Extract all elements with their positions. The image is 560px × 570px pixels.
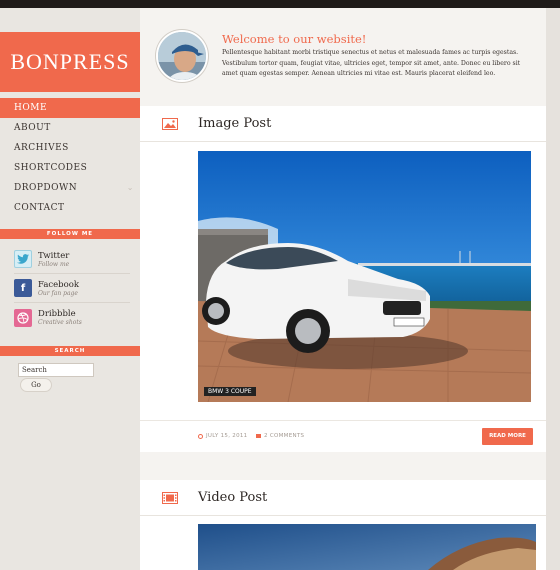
search-input[interactable]: Search [18, 363, 94, 377]
image-caption: BMW 3 COUPE [204, 387, 256, 396]
twitter-icon [14, 250, 32, 268]
nav-item-home[interactable]: HOME [0, 98, 140, 118]
site-logo[interactable]: BONPRESS [0, 32, 140, 92]
post-meta: JULY 15, 2011 2 COMMENTS READ MORE [140, 420, 546, 452]
social-item-dribbble[interactable]: Dribbble Creative shots [14, 303, 130, 332]
social-name: Twitter [38, 250, 70, 261]
social-sub: Follow me [38, 260, 70, 268]
image-icon [162, 118, 178, 130]
social-sub: Our fan page [38, 289, 78, 297]
post-comments-text: 2 COMMENTS [264, 433, 305, 439]
follow-widget-title: FOLLOW ME [0, 229, 140, 239]
main-nav: HOME ABOUT ARCHIVES SHORTCODES DROPDOWN … [0, 98, 140, 218]
social-name: Dribbble [38, 309, 76, 319]
video-icon [162, 492, 178, 504]
welcome-box: Welcome to our website! Pellentesque hab… [140, 8, 546, 106]
top-bar [0, 0, 560, 8]
search-widget-title: SEARCH [0, 346, 140, 356]
dribbble-icon [14, 308, 32, 327]
post-comments-link[interactable]: 2 COMMENTS [256, 433, 304, 439]
social-item-facebook[interactable]: f Facebook Our fan page [14, 274, 130, 303]
nav-item-dropdown-label: DROPDOWN [14, 183, 78, 193]
post-date: JULY 15, 2011 [198, 433, 247, 439]
chevron-down-icon: ⌄ [126, 183, 134, 192]
video-thumbnail[interactable] [198, 524, 536, 570]
facebook-icon: f [14, 279, 32, 297]
nav-item-archives[interactable]: ARCHIVES [0, 138, 140, 158]
comment-icon [256, 434, 261, 438]
post-title[interactable]: Image Post [198, 116, 271, 131]
welcome-title: Welcome to our website! [222, 32, 367, 46]
welcome-text: Pellentesque habitant morbi tristique se… [222, 49, 521, 77]
social-sub: Creative shots [38, 319, 82, 326]
nav-item-about[interactable]: ABOUT [0, 118, 140, 138]
post-header: Video Post [140, 480, 546, 516]
nav-item-dropdown[interactable]: DROPDOWN ⌄ [0, 178, 140, 198]
post-date-text: JULY 15, 2011 [206, 433, 248, 439]
read-more-button[interactable]: READ MORE [482, 428, 533, 445]
clock-icon [198, 433, 203, 439]
main-content: Welcome to our website! Pellentesque hab… [140, 8, 546, 570]
social-list: Twitter Follow me f Facebook Our fan pag… [14, 245, 130, 332]
post-header: Image Post [140, 106, 546, 142]
post-image[interactable]: BMW 3 COUPE [198, 151, 531, 402]
right-edge [546, 8, 560, 570]
go-button[interactable]: Go [20, 378, 52, 392]
social-item-twitter[interactable]: Twitter Follow me [14, 245, 130, 274]
nav-item-contact[interactable]: CONTACT [0, 198, 140, 218]
nav-item-shortcodes[interactable]: SHORTCODES [0, 158, 140, 178]
video-post: Video Post [140, 480, 546, 570]
avatar [156, 30, 208, 82]
post-title[interactable]: Video Post [198, 490, 267, 505]
social-name: Facebook [38, 279, 80, 290]
sidebar: BONPRESS HOME ABOUT ARCHIVES SHORTCODES … [0, 8, 140, 570]
